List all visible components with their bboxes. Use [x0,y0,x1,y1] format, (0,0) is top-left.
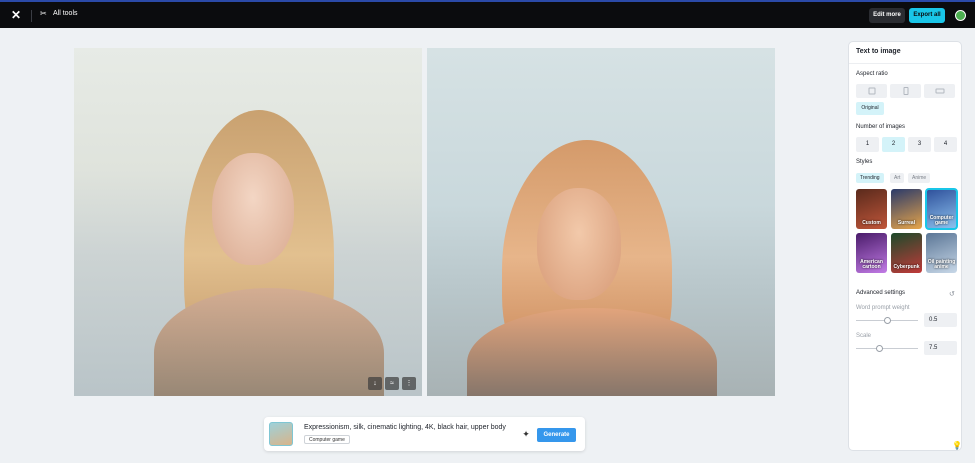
tools-icon: ✂ [40,9,47,18]
panel-divider [849,63,961,64]
user-avatar[interactable] [955,10,966,21]
style-tag[interactable]: Computer game [304,435,350,444]
topbar-divider [31,10,32,22]
all-tools-button[interactable]: ✂ All tools [40,9,78,18]
scale-label: Scale [856,333,872,339]
style-card-label: Custom [862,220,881,226]
top-bar: ✕ ✂ All tools Edit more Export all [0,0,975,28]
style-tab-trending[interactable]: Trending [856,173,884,183]
styles-label: Styles [856,159,873,165]
square-ratio-icon [868,87,875,95]
ratio-landscape-option[interactable] [924,84,955,98]
generated-image-1[interactable]: ↓ ≈ ⋮ [74,48,422,396]
number-of-images-label: Number of images [856,124,906,130]
style-card-label: American cartoon [860,259,883,270]
more-icon[interactable]: ⋮ [402,377,416,390]
word-prompt-weight-label: Word prompt weight [856,305,910,311]
portrait-ratio-icon [903,87,908,95]
scale-slider[interactable] [856,348,918,349]
style-card-oil-painting-anime[interactable]: Oil painting anime [926,233,957,273]
prompt-bar: Expressionism, silk, cinematic lighting,… [264,417,585,451]
num-option-2[interactable]: 2 [882,137,905,152]
magic-wand-icon[interactable]: ✦ [521,429,531,439]
text-to-image-panel: Text to image Aspect ratio Original Numb… [848,41,962,451]
landscape-ratio-icon [935,88,944,94]
style-card-label: Surreal [897,220,916,226]
all-tools-label: All tools [53,10,78,17]
style-card-surreal[interactable]: Surreal [891,189,922,229]
advanced-settings-label: Advanced settings [856,290,906,296]
export-all-button[interactable]: Export all [909,8,945,23]
ratio-square-option[interactable] [856,84,887,98]
panel-title: Text to image [856,48,901,55]
word-prompt-weight-slider-knob[interactable] [884,317,891,324]
ratio-portrait-option[interactable] [890,84,921,98]
edit-more-button[interactable]: Edit more [869,8,905,23]
style-card-label: Cyberpunk [893,264,920,270]
style-card-label: Oil painting anime [927,259,956,270]
num-option-1[interactable]: 1 [856,137,879,152]
num-option-4[interactable]: 4 [934,137,957,152]
portrait-face [537,188,621,300]
download-icon[interactable]: ↓ [368,377,382,390]
aspect-ratio-label: Aspect ratio [856,71,888,77]
reference-image-thumbnail[interactable] [269,422,293,446]
word-prompt-weight-input[interactable]: 0.5 [924,313,957,327]
generated-image-2[interactable] [427,48,775,396]
style-card-custom[interactable]: Custom [856,189,887,229]
variation-icon[interactable]: ≈ [385,377,399,390]
scale-slider-knob[interactable] [876,345,883,352]
capcut-logo-icon[interactable]: ✕ [9,8,23,22]
style-tab-art[interactable]: Art [890,173,905,183]
scale-input[interactable]: 7.5 [924,341,957,355]
lightbulb-icon[interactable]: 💡 [951,440,963,452]
prompt-input[interactable]: Expressionism, silk, cinematic lighting,… [304,424,506,431]
style-card-computer-game[interactable]: Computer game [925,188,958,230]
generate-button[interactable]: Generate [537,428,576,442]
reset-icon[interactable]: ↺ [949,290,955,298]
style-card-cyberpunk[interactable]: Cyberpunk [891,233,922,273]
num-option-3[interactable]: 3 [908,137,931,152]
style-card-american-cartoon[interactable]: American cartoon [856,233,887,273]
style-tab-anime[interactable]: Anime [908,173,931,183]
ratio-original-option[interactable]: Original [856,102,884,115]
image-toolbar: ↓ ≈ ⋮ [368,377,416,390]
portrait-face [212,153,294,265]
style-card-label: Computer game [929,215,954,226]
